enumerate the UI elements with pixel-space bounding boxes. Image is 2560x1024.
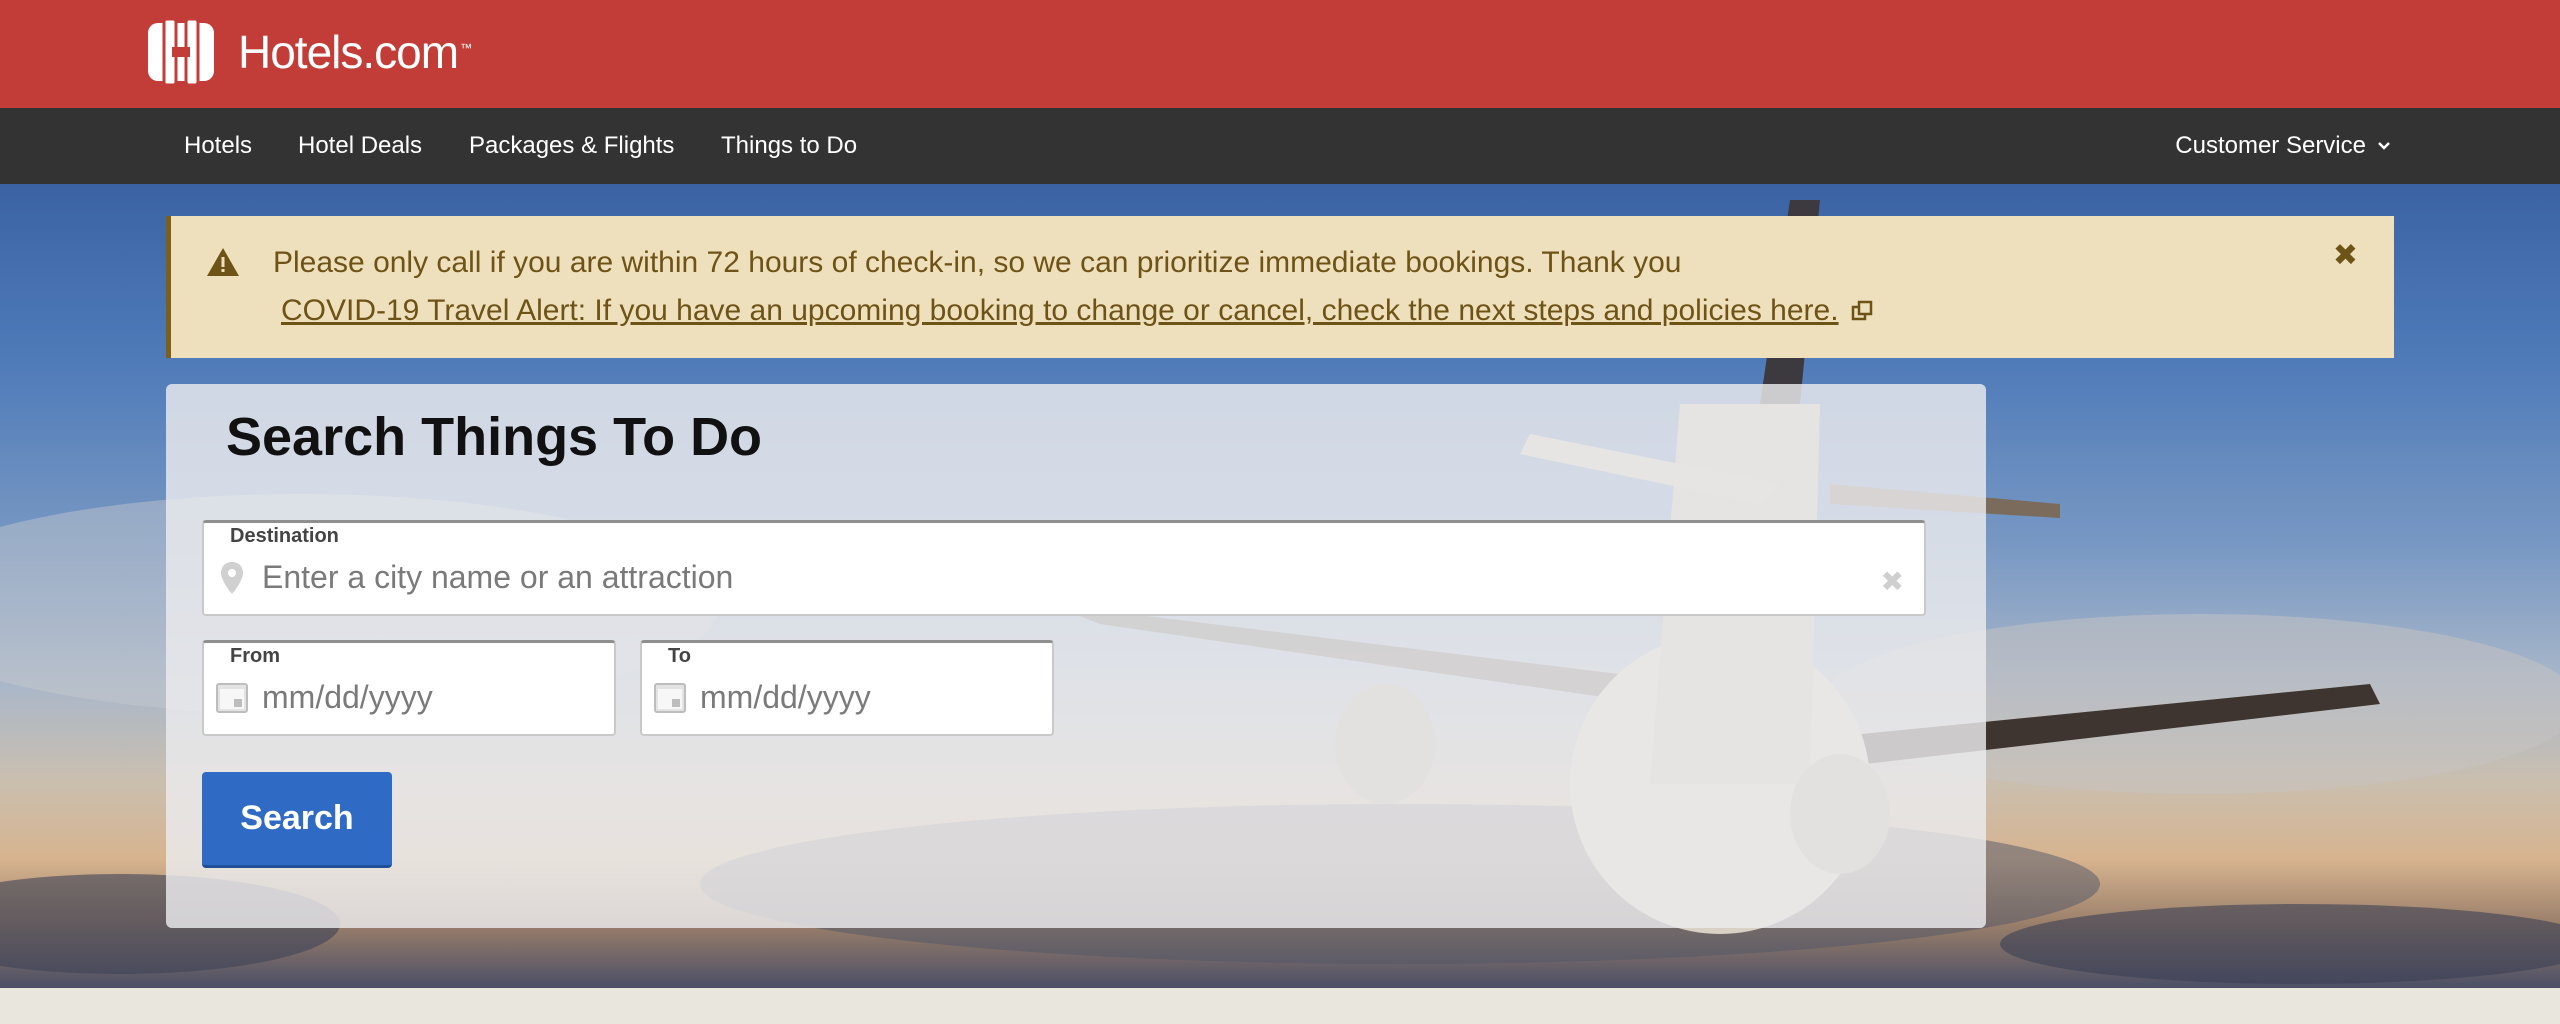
search-things-to-do-panel: Search Things To Do Destination ✖ From T…: [166, 384, 1986, 928]
search-button[interactable]: Search: [202, 772, 392, 868]
from-date-input[interactable]: [262, 679, 590, 716]
destination-label: Destination: [230, 525, 339, 547]
close-icon[interactable]: ✖: [2333, 238, 2358, 273]
panel-title: Search Things To Do: [226, 407, 763, 467]
from-date-field[interactable]: From: [202, 640, 616, 736]
clear-icon[interactable]: ✖: [1881, 565, 1904, 598]
page-footer-strip: [0, 988, 2560, 1024]
nav-item-things-to-do[interactable]: Things to Do: [721, 108, 857, 184]
covid-alert-link-text: COVID-19 Travel Alert: If you have an up…: [281, 294, 1839, 327]
destination-field[interactable]: Destination ✖: [202, 520, 1926, 616]
chevron-down-icon: [2378, 142, 2390, 150]
to-date-input[interactable]: [700, 679, 1028, 716]
alert-message: Please only call if you are within 72 ho…: [273, 246, 1682, 279]
logo-wordmark: Hotels.com ™: [238, 26, 472, 78]
external-link-icon: [1851, 300, 1872, 321]
nav-item-hotels[interactable]: Hotels: [184, 108, 252, 184]
hotels-logo[interactable]: Hotels.com ™: [148, 18, 472, 86]
to-date-field[interactable]: To: [640, 640, 1054, 736]
main-nav: Hotels Hotel Deals Packages & Flights Th…: [0, 108, 2560, 184]
customer-service-label: Customer Service: [2175, 132, 2366, 159]
hotels-logo-icon: [148, 19, 214, 85]
warning-icon: [207, 248, 239, 276]
nav-item-packages-flights[interactable]: Packages & Flights: [469, 108, 674, 184]
map-pin-icon: [221, 562, 243, 594]
covid-alert-banner: Please only call if you are within 72 ho…: [166, 216, 2394, 358]
to-label: To: [668, 645, 691, 667]
covid-alert-link[interactable]: COVID-19 Travel Alert: If you have an up…: [281, 294, 1873, 328]
calendar-icon: [654, 683, 686, 713]
calendar-icon: [216, 683, 248, 713]
site-header: Hotels.com ™: [0, 0, 2560, 108]
from-label: From: [230, 645, 280, 667]
nav-item-hotel-deals[interactable]: Hotel Deals: [298, 108, 422, 184]
customer-service-menu[interactable]: Customer Service: [2175, 108, 2392, 184]
destination-input[interactable]: [262, 559, 1638, 596]
